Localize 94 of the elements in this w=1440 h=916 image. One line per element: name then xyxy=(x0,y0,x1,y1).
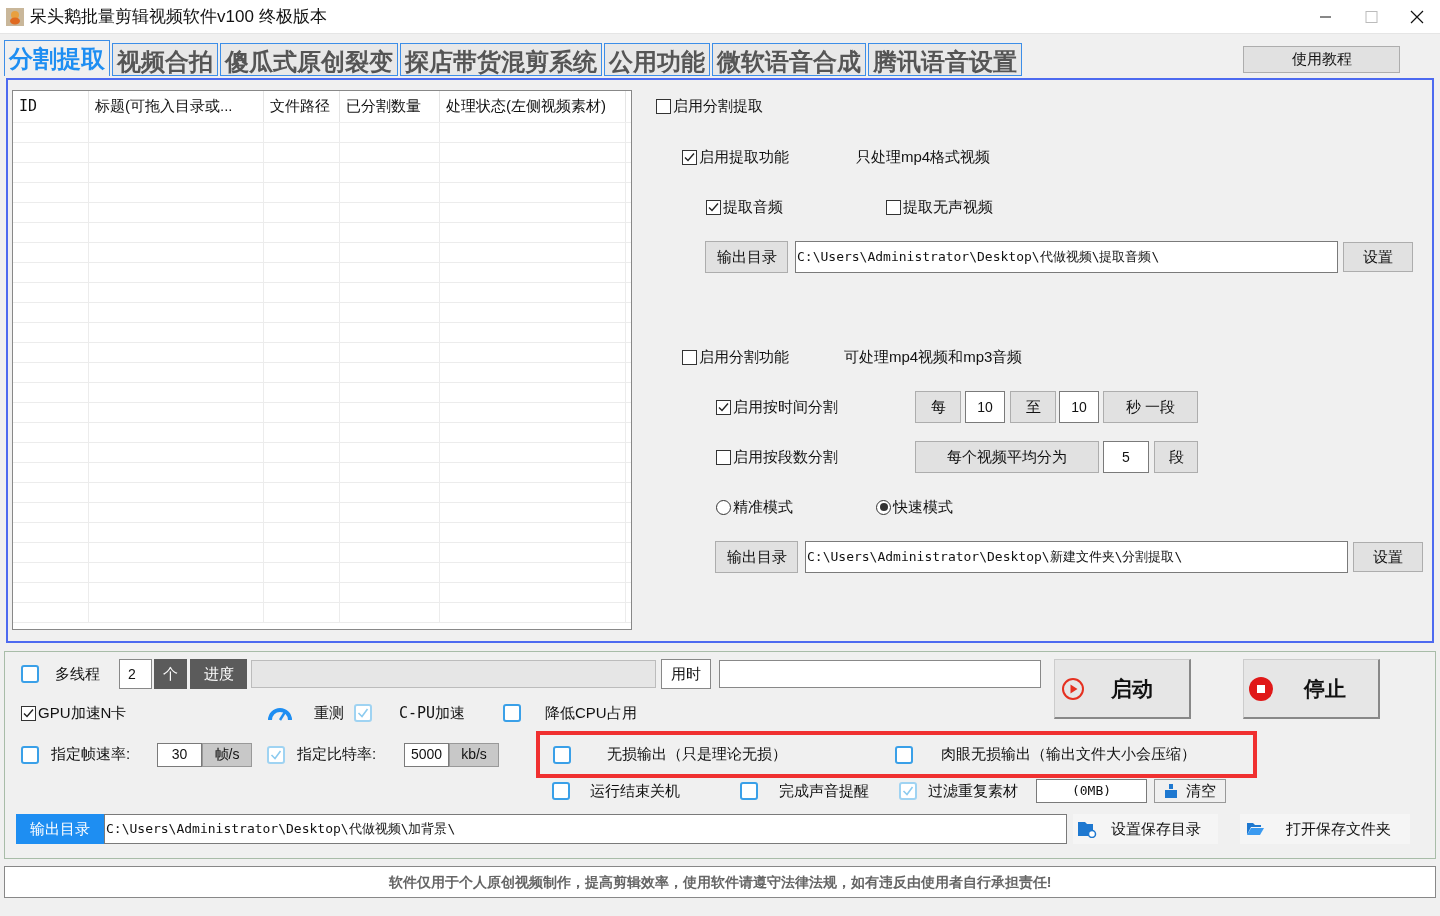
tab[interactable]: 傻瓜式原创裂变 xyxy=(220,43,398,76)
option-label: 过滤重复素材 xyxy=(928,780,1019,801)
checkbox[interactable] xyxy=(21,665,39,683)
input-field[interactable]: 30 xyxy=(157,742,202,767)
path-field[interactable]: C:\Users\Administrator\Desktop\新建文件夹\分割提取\ xyxy=(805,541,1348,573)
retest-label[interactable]: 重测 xyxy=(314,701,354,725)
option-label: 肉眼无损输出（输出文件大小会压缩） xyxy=(941,744,1196,765)
checkbox[interactable] xyxy=(656,98,671,114)
checkbox[interactable] xyxy=(682,149,697,165)
label-button[interactable]: 每个视频平均分为 xyxy=(915,441,1099,473)
checkbox[interactable] xyxy=(716,399,731,415)
label-button[interactable]: 每 xyxy=(915,391,961,423)
option-label: 启用按段数分割 xyxy=(733,446,838,467)
option-label: 多线程 xyxy=(55,663,100,684)
label-button[interactable]: 至 xyxy=(1010,391,1056,423)
checkbox[interactable] xyxy=(553,745,571,764)
column-header[interactable]: 标题(可拖入目录或... xyxy=(89,91,264,122)
checkmark-icon xyxy=(357,707,369,719)
checkbox[interactable] xyxy=(716,449,731,465)
checkmark-icon xyxy=(902,785,914,797)
disclaimer-text: 软件仅用于个人原创视频制作，提高剪辑效率，使用软件请遵守法律法规，如有违反由使用者自行承担责任! xyxy=(388,872,1052,892)
option-label: GPU加速N卡 xyxy=(38,702,128,723)
output-folder-button[interactable]: 输出目录 xyxy=(705,241,788,273)
checkbox[interactable] xyxy=(682,349,697,365)
option-label: 指定比特率: xyxy=(297,744,378,765)
unit-label: kb/s xyxy=(449,742,499,767)
radio-button[interactable] xyxy=(876,499,891,515)
settings-button[interactable]: 设置 xyxy=(1353,542,1423,572)
option-label: 无损输出（只是理论无损） xyxy=(607,744,788,765)
checkmark-icon xyxy=(270,748,282,761)
play-icon xyxy=(1061,676,1085,701)
option-label: 启用分割功能 xyxy=(699,346,789,367)
path-field[interactable]: C:\Users\Administrator\Desktop\代做视频\提取音频\ xyxy=(795,241,1338,273)
option-label: 快速模式 xyxy=(893,496,953,517)
label-button[interactable]: 秒 一段 xyxy=(1103,391,1198,423)
unit-label: 个 xyxy=(154,659,187,689)
settings-button[interactable]: 设置 xyxy=(1343,242,1413,272)
folder-settings-icon xyxy=(1077,820,1097,838)
folder-icon xyxy=(1246,822,1264,836)
progress-label: 进度 xyxy=(190,659,247,689)
column-header[interactable]: 文件路径 xyxy=(264,91,340,122)
set-save-folder-button[interactable]: 设置保存目录 xyxy=(1073,814,1218,844)
input-field[interactable]: 10 xyxy=(965,391,1005,423)
stop-button[interactable]: 停止 xyxy=(1243,659,1380,719)
clear-button[interactable]: 清空 xyxy=(1154,779,1226,803)
input-field[interactable]: 2 xyxy=(119,659,152,689)
checkbox[interactable] xyxy=(21,705,36,721)
elapsed-label: 用时 xyxy=(661,659,711,689)
elapsed-field[interactable] xyxy=(719,660,1041,688)
tab[interactable]: 探店带货混剪系统 xyxy=(400,43,602,76)
option-label: 完成声音提醒 xyxy=(779,780,870,801)
unit-label: 帧/s xyxy=(202,742,252,767)
tab[interactable]: 视频合拍 xyxy=(112,43,218,76)
checkbox[interactable] xyxy=(21,745,39,764)
open-save-folder-button[interactable]: 打开保存文件夹 xyxy=(1240,814,1410,844)
column-header[interactable]: ID xyxy=(13,91,89,122)
checkbox[interactable] xyxy=(503,704,521,722)
checkmark-icon xyxy=(23,707,34,719)
tab[interactable]: 腾讯语音设置 xyxy=(868,43,1022,76)
window-title: 呆头鹅批量剪辑视频软件v100 终极版本 xyxy=(30,5,327,28)
input-field[interactable]: 10 xyxy=(1059,391,1099,423)
checkbox[interactable] xyxy=(895,745,913,764)
option-label: 提取无声视频 xyxy=(903,196,993,217)
checkbox[interactable] xyxy=(706,199,721,215)
checkbox[interactable] xyxy=(740,782,758,800)
size-field[interactable]: (0MB) xyxy=(1036,779,1147,803)
input-field[interactable]: 5000 xyxy=(404,742,449,767)
checkbox[interactable] xyxy=(552,782,570,800)
option-label: 降低CPU占用 xyxy=(545,702,637,723)
path-field[interactable]: C:\Users\Administrator\Desktop\代做视频\加背景\ xyxy=(104,814,1067,844)
option-label: C-PU加速 xyxy=(399,702,467,724)
option-label: 启用提取功能 xyxy=(699,146,789,167)
column-header[interactable]: 已分割数量 xyxy=(340,91,440,122)
tab[interactable]: 公用功能 xyxy=(604,43,710,76)
option-label: 精准模式 xyxy=(733,496,793,517)
output-label: 输出目录 xyxy=(16,814,104,844)
label-button[interactable]: 段 xyxy=(1154,441,1198,473)
option-label: 运行结束关机 xyxy=(590,780,681,801)
input-field[interactable]: 5 xyxy=(1103,441,1149,473)
tutorial-button[interactable]: 使用教程 xyxy=(1243,46,1400,73)
option-label: 指定帧速率: xyxy=(51,744,132,765)
column-header[interactable]: 处理状态(左侧视频素材) xyxy=(440,91,626,122)
checkmark-icon xyxy=(718,401,729,413)
checkmark-icon xyxy=(684,151,695,163)
checkbox[interactable] xyxy=(886,199,901,215)
tab[interactable]: 微软语音合成 xyxy=(712,43,866,76)
start-button[interactable]: 启动 xyxy=(1054,659,1191,719)
option-label: 提取音频 xyxy=(723,196,783,217)
option-label: 启用分割提取 xyxy=(673,95,763,116)
option-label: 启用按时间分割 xyxy=(733,396,838,417)
stop-icon xyxy=(1248,675,1274,702)
checkmark-icon xyxy=(708,201,719,213)
radio-button[interactable] xyxy=(716,499,731,515)
output-folder-button[interactable]: 输出目录 xyxy=(715,541,798,573)
